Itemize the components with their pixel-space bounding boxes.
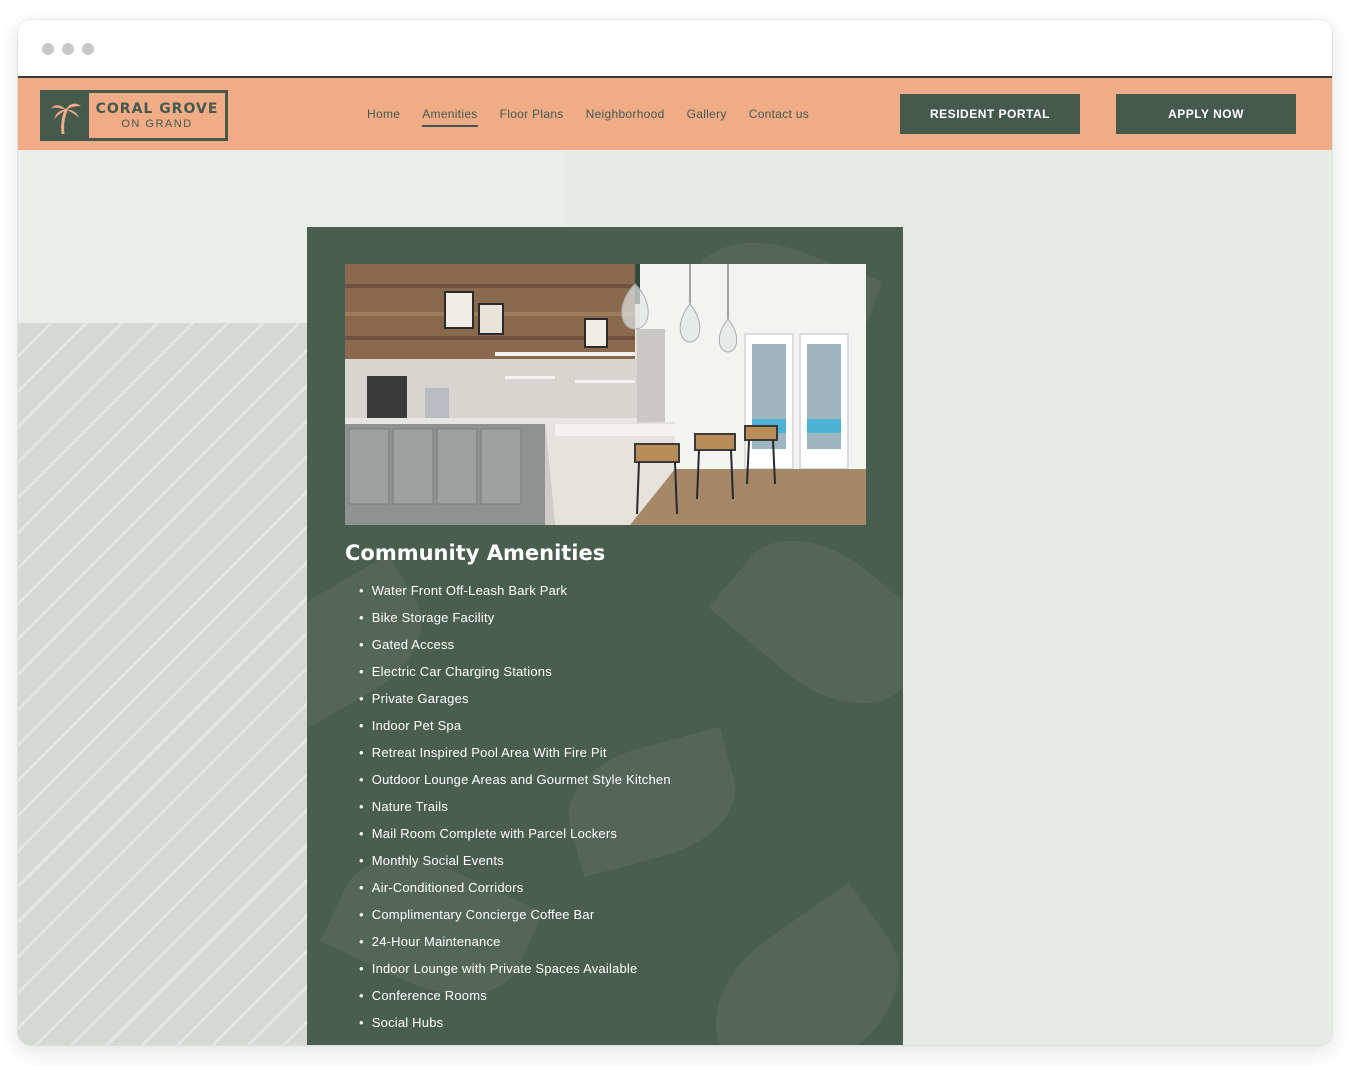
leaf-pattern (708, 507, 903, 737)
amenity-item: Social Hubs (359, 1014, 671, 1041)
amenity-item: Gated Access (359, 636, 671, 663)
logo-subtitle: ON GRAND (121, 117, 193, 130)
amenities-card: Community Amenities Water Front Off-Leas… (307, 227, 903, 1045)
amenity-item: Conference Rooms (359, 987, 671, 1014)
page-viewport: CORAL GROVE ON GRAND Home Amenities Floo… (18, 78, 1332, 1045)
browser-window: CORAL GROVE ON GRAND Home Amenities Floo… (18, 20, 1332, 1045)
amenity-item: Outdoor Lounge Areas and Gourmet Style K… (359, 771, 671, 798)
resident-portal-button[interactable]: RESIDENT PORTAL (900, 94, 1080, 134)
amenity-item: Bike Storage Facility (359, 609, 671, 636)
browser-titlebar (18, 20, 1332, 78)
main-nav: Home Amenities Floor Plans Neighborhood … (367, 78, 831, 150)
clubhouse-kitchen-photo (345, 264, 866, 525)
nav-floor-plans[interactable]: Floor Plans (500, 107, 564, 121)
amenity-item: Water Front Off-Leash Bark Park (359, 582, 671, 609)
nav-amenities[interactable]: Amenities (422, 107, 479, 127)
amenity-item: Nature Trails (359, 798, 671, 825)
section-title: Community Amenities (345, 541, 606, 565)
amenity-item: Monthly Social Events (359, 852, 671, 879)
window-control-dot[interactable] (82, 43, 94, 55)
amenity-item: Air-Conditioned Corridors (359, 879, 671, 906)
logo-title: CORAL GROVE (95, 100, 219, 117)
nav-contact-us[interactable]: Contact us (749, 107, 809, 121)
amenity-item: Mail Room Complete with Parcel Lockers (359, 825, 671, 852)
background-striped-panel (18, 323, 307, 1045)
amenity-item: Indoor Pet Spa (359, 717, 671, 744)
window-control-dot[interactable] (62, 43, 74, 55)
site-header: CORAL GROVE ON GRAND Home Amenities Floo… (18, 78, 1332, 150)
nav-neighborhood[interactable]: Neighborhood (586, 107, 665, 121)
window-control-dot[interactable] (42, 43, 54, 55)
palm-tree-icon (43, 93, 89, 138)
amenity-item: Retreat Inspired Pool Area With Fire Pit (359, 744, 671, 771)
nav-gallery[interactable]: Gallery (687, 107, 727, 121)
nav-home[interactable]: Home (367, 107, 400, 121)
leaf-pattern (684, 882, 903, 1045)
amenity-item: 24-Hour Maintenance (359, 933, 671, 960)
amenity-item: Private Garages (359, 690, 671, 717)
apply-now-button[interactable]: APPLY NOW (1116, 94, 1296, 134)
amenity-item: Complimentary Concierge Coffee Bar (359, 906, 671, 933)
amenities-list: Water Front Off-Leash Bark Park Bike Sto… (359, 582, 671, 1041)
amenity-item: Indoor Lounge with Private Spaces Availa… (359, 960, 671, 987)
amenity-item: Electric Car Charging Stations (359, 663, 671, 690)
site-logo[interactable]: CORAL GROVE ON GRAND (40, 90, 228, 141)
